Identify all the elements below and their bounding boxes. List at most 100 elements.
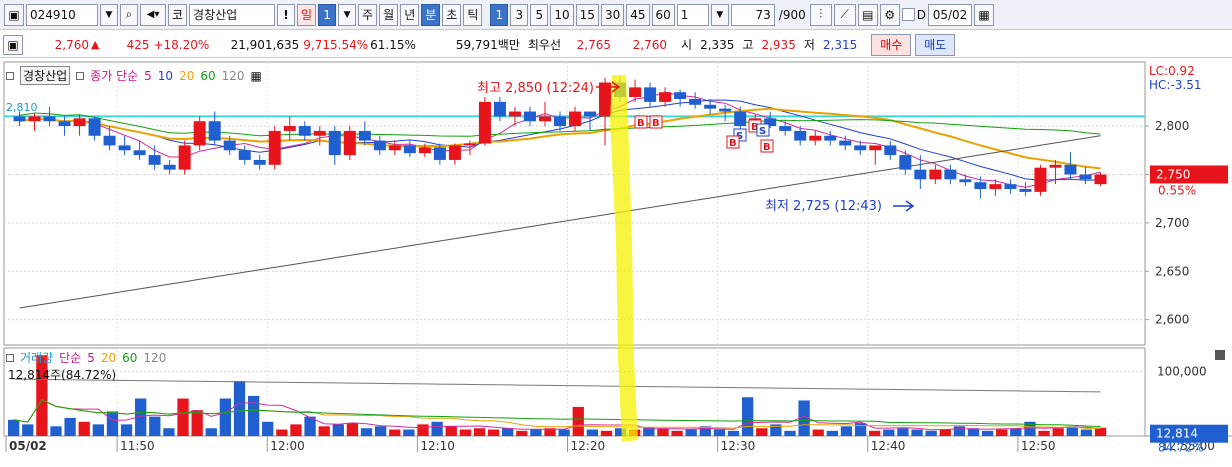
minute-3-button[interactable]: 3 [510, 3, 529, 26]
volume-bar [756, 428, 768, 436]
alert-button[interactable]: ! [277, 3, 296, 26]
period-week-button[interactable]: 주 [358, 3, 378, 26]
candle-body [313, 130, 326, 136]
candle-body [118, 145, 131, 151]
period-year-button[interactable]: 년 [400, 3, 420, 26]
candle-body [584, 111, 597, 117]
buy-button[interactable]: 매수 [871, 33, 912, 56]
volume-bar [375, 426, 387, 436]
stock-name-field[interactable]: 경창산업 [189, 3, 276, 26]
candle-body [508, 111, 521, 117]
chart-type-icon[interactable]: ▣ [4, 3, 24, 26]
draw-line-icon[interactable]: ⟋ [833, 3, 856, 26]
y-tick-label: 2,800 [1155, 119, 1189, 133]
chevron-down-icon[interactable]: ▼ [338, 3, 357, 26]
day-count-input[interactable]: 1 [318, 3, 337, 26]
minute-10-button[interactable]: 10 [550, 3, 574, 26]
candle-body [373, 140, 386, 151]
candle-body [869, 145, 882, 151]
volume-ma-20: 20 [100, 350, 117, 365]
minute-1-button[interactable]: 1 [490, 3, 509, 26]
low-label: 저 [803, 38, 815, 52]
volume-ma-60: 60 [122, 350, 138, 365]
minute-45-button[interactable]: 45 [626, 3, 650, 26]
volume-bar [459, 429, 471, 436]
chevron-down-icon[interactable]: ▼ [710, 3, 729, 26]
price-chart-svg[interactable]: 2,800 2,750 2,700 2,650 2,600 100,000 05/02 11:… [0, 60, 1232, 464]
minute-30-button[interactable]: 30 [600, 3, 625, 26]
volume-legend: 거래량 단순 5 20 60 120 [6, 349, 166, 366]
chart-area[interactable]: 2,800 2,750 2,700 2,650 2,600 100,000 05/02 11:… [0, 60, 1232, 464]
period-day-button[interactable]: 일 [297, 3, 317, 26]
speaker-icon[interactable]: ◀▾ [140, 3, 166, 26]
volume-bar [869, 430, 881, 436]
x-tick-label: 05/02 [9, 439, 47, 453]
y-tick-label: 2,700 [1155, 216, 1189, 230]
high-label: 고 [742, 38, 754, 52]
volume-bar [163, 428, 175, 436]
candle-body [794, 130, 807, 141]
volume-bar [826, 430, 838, 436]
volume-bar [219, 398, 232, 436]
volume-bar [445, 426, 457, 436]
count-total: /900 [778, 7, 806, 22]
candle-body [358, 130, 371, 141]
candle-body [13, 116, 26, 122]
volume-bar [911, 429, 923, 436]
candle-body [734, 111, 747, 127]
volume-bar [92, 424, 104, 436]
legend-box-icon [6, 353, 14, 362]
period-tick-button[interactable]: 틱 [463, 3, 483, 26]
unit-input[interactable]: 1 [676, 3, 709, 26]
count-input[interactable]: 73 [730, 3, 775, 26]
volume-bar [276, 429, 288, 436]
minute-60-button[interactable]: 60 [651, 3, 675, 26]
table-icon[interactable]: ▦ [251, 69, 262, 83]
market-button[interactable]: 코 [168, 3, 188, 26]
volume-bar [657, 428, 669, 436]
period-month-button[interactable]: 월 [379, 3, 399, 26]
candle-body [148, 155, 161, 165]
volume-bar [233, 381, 246, 436]
date-input[interactable]: 05/02 [927, 3, 972, 26]
period-minute-button[interactable]: 분 [421, 3, 441, 26]
best-bid: 2,760 [632, 37, 668, 52]
x-tick-label: 12:00 [270, 439, 305, 453]
chevron-down-icon[interactable]: ▼ [100, 3, 118, 26]
calendar-icon[interactable]: ▦ [973, 3, 994, 26]
price-legend: 경창산업 종가 단순 5 10 20 60 120 ▦ [6, 66, 262, 85]
code-input[interactable]: 024910 [26, 3, 98, 26]
minute-5-button[interactable]: 5 [530, 3, 549, 26]
candle-body [929, 169, 942, 180]
save-icon[interactable]: ▤ [857, 3, 878, 26]
volume-bar [64, 417, 76, 436]
minute-15-button[interactable]: 15 [575, 3, 599, 26]
candle-body [1094, 174, 1107, 185]
best-price-label: 최우선 [527, 38, 562, 52]
volume-bar [1038, 430, 1050, 436]
info-toggle-icon[interactable]: ▣ [3, 34, 23, 55]
signal-label: B [729, 138, 737, 149]
volume-bar [1010, 428, 1022, 436]
volume-bar [346, 423, 359, 436]
gear-icon[interactable]: ⚙ [879, 3, 900, 26]
volume-bar [953, 426, 966, 436]
date-checkbox[interactable] [901, 8, 915, 21]
volume-bar [1080, 429, 1093, 436]
period-second-button[interactable]: 초 [442, 3, 462, 26]
candle-body [418, 147, 431, 154]
volume-bar [389, 429, 401, 436]
x-tick-label: 12:50 [1021, 439, 1056, 453]
y-tick-label: 2,600 [1155, 313, 1189, 327]
volume-bar [996, 429, 1008, 436]
candle-body [779, 126, 792, 131]
sell-button[interactable]: 매도 [915, 33, 956, 56]
candle-body [463, 143, 476, 146]
candle-body [1019, 188, 1032, 192]
search-icon[interactable]: ⌕ [120, 3, 138, 26]
legend-stock-name: 경창산업 [20, 66, 71, 85]
high-annotation: 최고 2,850 (12:24) [477, 81, 594, 96]
volume-ratio: 9,715.54% [303, 37, 369, 52]
volume-ma-120: 120 [143, 350, 167, 365]
candle-settings-icon[interactable]: ⫶ [809, 3, 832, 26]
